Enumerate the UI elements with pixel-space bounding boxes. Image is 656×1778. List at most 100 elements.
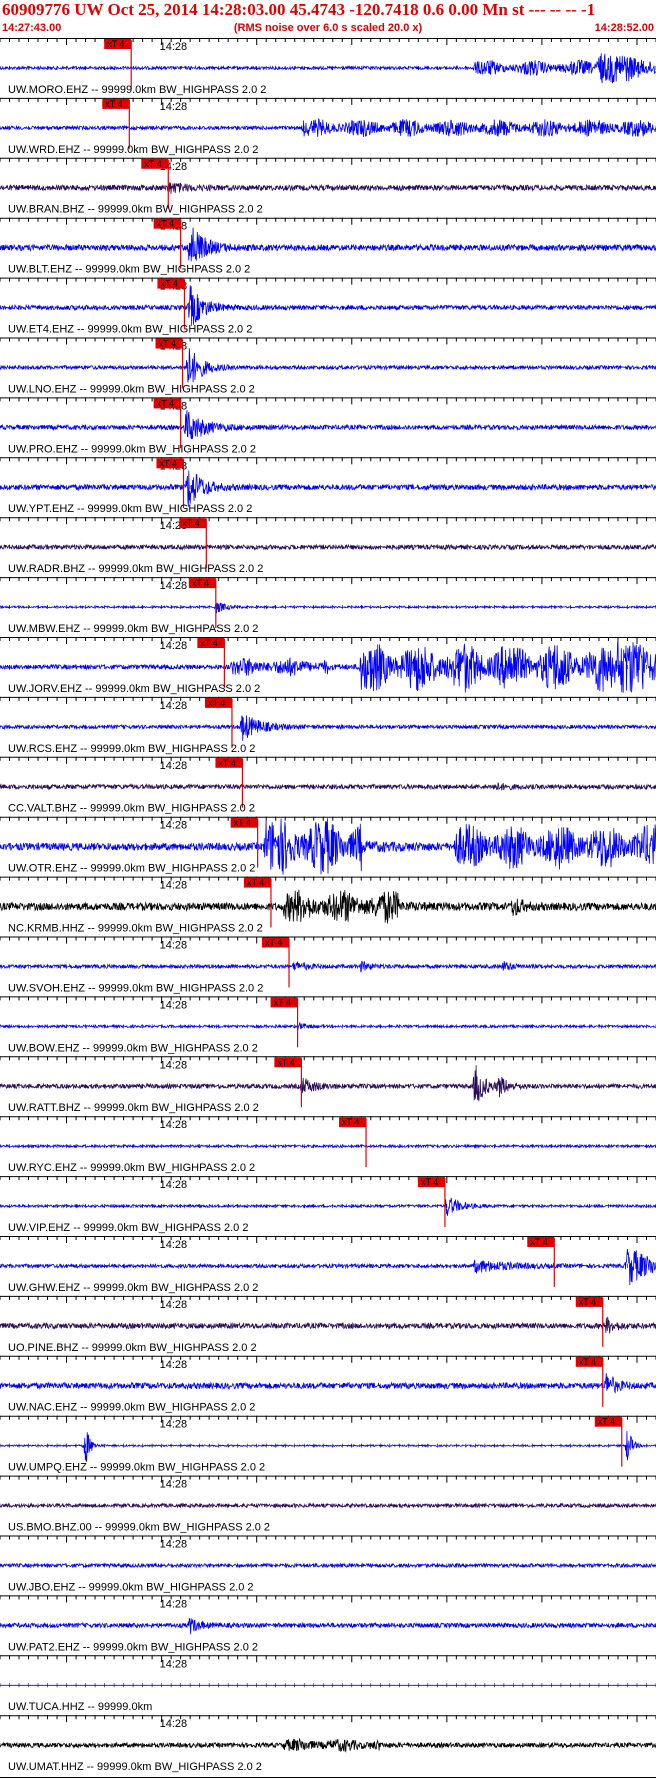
pick-label: xT 4 <box>159 339 176 349</box>
station-label: UW.PAT2.EHZ -- 99999.0km BW_HIGHPASS 2.0… <box>8 1641 258 1653</box>
trace-panel: 14:28 xT 4 UW.NAC.EHZ -- 99999.0km BW_HIGH… <box>0 1355 656 1414</box>
pick-label: xT 4 <box>144 159 161 169</box>
waveform-trace <box>0 1431 656 1462</box>
major-tick-label: 14:28 <box>160 41 188 53</box>
pick-label: xT 4 <box>105 99 122 109</box>
major-tick-label: 14:28 <box>160 940 188 952</box>
trace-panel: 14:28xT 4UW.BRAN.BHZ -- 99999.0km BW_HIG… <box>0 157 656 216</box>
pick-label: xT 4 <box>579 1357 596 1367</box>
station-label: UW.WRD.EHZ -- 99999.0km BW_HIGHPASS 2.0 … <box>8 144 258 156</box>
waveform-trace <box>0 117 656 138</box>
major-tick-label: 14:28 <box>160 820 188 832</box>
waveform-trace <box>0 53 656 84</box>
waveform-trace <box>0 227 656 262</box>
major-tick-label: 14:28 <box>160 880 188 892</box>
waveform-trace <box>0 782 656 791</box>
plot-subtitle: (RMS noise over 6.0 s scaled 20.0 x) <box>233 22 423 34</box>
pick-label: xT 4 <box>107 39 124 49</box>
major-tick-label: 14:28 <box>160 1359 188 1371</box>
pick-label: xT 4 <box>247 878 264 888</box>
trace-panel: 14:28xT 4UW.YPT.EHZ -- 99999.0km BW_HIGH… <box>0 457 656 515</box>
station-label: UW.JBO.EHZ -- 99999.0km BW_HIGHPASS 2.0 … <box>8 1581 254 1593</box>
trace-panel: 14:28xT 4UW.ET4.EHZ -- 99999.0km BW_HIGH… <box>0 277 656 336</box>
major-tick-label: 14:28 <box>160 1718 188 1730</box>
seismogram-plot: 14:28 xT 4 UW.MORO.EHZ -- 99999.0km BW_HIG… <box>0 38 656 1778</box>
major-tick-label: 14:28 <box>160 1239 188 1251</box>
waveform-trace <box>0 715 656 741</box>
station-label: UW.MORO.EHZ -- 99999.0km BW_HIGHPASS 2.0… <box>8 84 266 96</box>
waveform-trace <box>0 348 656 383</box>
major-tick-label: 14:28 <box>160 1658 188 1670</box>
waveform-trace <box>0 1737 656 1753</box>
waveform-trace <box>0 182 656 194</box>
station-label: UO.PINE.BHZ -- 99999.0km BW_HIGHPASS 2.0… <box>8 1342 257 1354</box>
trace-panel: 14:28xT 4UW.LNO.EHZ -- 99999.0km BW_HIGH… <box>0 337 656 395</box>
pick-label: xT 4 <box>159 458 176 468</box>
pick-label: xT 4 <box>182 518 199 528</box>
station-label: UW.GHW.EHZ -- 99999.0km BW_HIGHPASS 2.0 … <box>8 1282 258 1294</box>
pick-label: xT 4 <box>277 1057 294 1067</box>
major-tick-label: 14:28 <box>160 1119 188 1131</box>
major-tick-label: 14:28 <box>160 1539 188 1551</box>
waveform-trace <box>0 1197 656 1216</box>
major-tick-label: 14:28 <box>160 101 188 113</box>
trace-panel: 14:28 xT 4 UW.JORV.EHZ -- 99999.0km BW_HIG… <box>0 637 656 695</box>
station-label: UW.OTR.EHZ -- 99999.0km BW_HIGHPASS 2.0 … <box>8 863 255 875</box>
station-label: UW.JORV.EHZ -- 99999.0km BW_HIGHPASS 2.0… <box>8 683 260 695</box>
pick-label: xT 4 <box>598 1417 615 1427</box>
plot-header: 60909776 UW Oct 25, 2014 14:28:03.00 45.… <box>0 0 656 38</box>
waveform-trace <box>0 470 656 507</box>
station-label: UW.YPT.EHZ -- 99999.0km BW_HIGHPASS 2.0 … <box>8 503 252 515</box>
major-tick-label: 14:28 <box>160 760 188 772</box>
station-label: CC.VALT.BHZ -- 99999.0km BW_HIGHPASS 2.0… <box>8 803 255 815</box>
major-tick-label: 14:28 <box>160 1598 188 1610</box>
pick-label: xT 4 <box>274 997 291 1007</box>
pick-label: xT 4 <box>421 1177 438 1187</box>
waveform-trace <box>0 1248 656 1286</box>
pick-label: xT 4 <box>218 758 235 768</box>
pick-label: xT 4 <box>530 1237 547 1247</box>
waveform-trace <box>0 889 656 924</box>
pick-label: xT 4 <box>342 1117 359 1127</box>
station-label: UW.VIP.EHZ -- 99999.0km BW_HIGHPASS 2.0 … <box>8 1222 248 1234</box>
major-tick-label: 14:28 <box>160 1059 188 1071</box>
waveform-trace <box>0 960 656 973</box>
major-tick-label: 14:28 <box>160 580 188 592</box>
waveform-trace <box>0 1617 656 1635</box>
trace-panel: 14:28 US.BMO.BHZ.00 -- 99999.0km BW_HIGHP… <box>0 1475 656 1534</box>
trace-panel: 14:28xT 4UW.BLT.EHZ -- 99999.0km BW_HIGH… <box>0 217 656 276</box>
station-label: UW.UMAT.HHZ -- 99999.0km BW_HIGHPASS 2.0… <box>8 1761 262 1773</box>
waveform-trace <box>0 410 656 440</box>
trace-panel: 14:28 UW.JBO.EHZ -- 99999.0km BW_HIGHPASS… <box>0 1535 656 1593</box>
pick-label: xT 4 <box>579 1297 596 1307</box>
waveform-trace <box>0 1143 656 1149</box>
pick-label: xT 4 <box>157 398 174 408</box>
station-label: NC.KRMB.HHZ -- 99999.0km BW_HIGHPASS 2.0… <box>8 923 263 935</box>
event-title: 60909776 UW Oct 25, 2014 14:28:03.00 45.… <box>2 0 596 19</box>
trace-panel: 14:28xT 4UW.PRO.EHZ -- 99999.0km BW_HIGH… <box>0 397 656 455</box>
trace-panel: 14:28 xT 4 CC.VALT.BHZ -- 99999.0km BW_HIG… <box>0 756 656 815</box>
waveform-trace <box>0 1562 656 1569</box>
waveform-trace <box>0 1373 656 1394</box>
pick-label: xT 4 <box>200 638 217 648</box>
pick-label: xT 4 <box>208 698 225 708</box>
trace-panel: 14:28 xT 4 UW.MORO.EHZ -- 99999.0km BW_HIG… <box>0 38 656 96</box>
major-tick-label: 14:28 <box>160 1299 188 1311</box>
station-label: UW.BLT.EHZ -- 99999.0km BW_HIGHPASS 2.0 … <box>8 264 250 276</box>
trace-panel: 14:28 xT 4 UW.RCS.EHZ -- 99999.0km BW_HIGH… <box>0 696 656 755</box>
trace-panel: 14:28 xT 4 UW.UMPQ.EHZ -- 99999.0km BW_HIG… <box>0 1415 656 1474</box>
trace-panel: 14:28 xT 4 UW.MBW.EHZ -- 99999.0km BW_HIGH… <box>0 577 656 635</box>
waveform-trace <box>0 1021 656 1031</box>
pick-label: xT 4 <box>160 279 177 289</box>
trace-panel: 14:28 xT 4 UW.SVOH.EHZ -- 99999.0km BW_HIG… <box>0 936 656 994</box>
pick-label: xT 4 <box>157 219 174 229</box>
station-label: UW.BRAN.BHZ -- 99999.0km BW_HIGHPASS 2.0… <box>8 204 263 216</box>
trace-panel: 14:28 xT 4 NC.KRMB.HHZ -- 99999.0km BW_HIG… <box>0 876 656 935</box>
major-tick-label: 14:28 <box>160 640 188 652</box>
waveform-trace <box>0 1502 656 1509</box>
station-label: UW.BOW.EHZ -- 99999.0km BW_HIGHPASS 2.0 … <box>8 1042 258 1054</box>
waveform-trace <box>0 1316 656 1334</box>
station-label: UW.UMPQ.EHZ -- 99999.0km BW_HIGHPASS 2.0… <box>8 1462 265 1474</box>
trace-panel: 14:28 xT 4 UW.GHW.EHZ -- 99999.0km BW_HIGH… <box>0 1236 656 1294</box>
trace-panel: 14:28 xT 4 UO.PINE.BHZ -- 99999.0km BW_HIG… <box>0 1295 656 1354</box>
